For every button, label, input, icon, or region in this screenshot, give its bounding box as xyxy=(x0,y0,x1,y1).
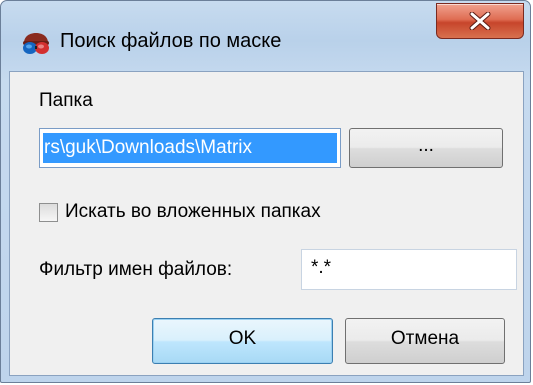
dialog-window: Поиск файлов по маске Папка rs\guk\Downl… xyxy=(0,0,531,383)
subfolders-checkbox[interactable] xyxy=(39,203,58,222)
glasses-icon xyxy=(21,30,51,58)
browse-button[interactable]: ... xyxy=(349,128,503,168)
close-icon xyxy=(469,12,491,30)
ok-button[interactable]: OK xyxy=(152,318,333,364)
cancel-button[interactable]: Отмена xyxy=(345,318,505,364)
filter-label: Фильтр имен файлов: xyxy=(39,259,233,280)
folder-label: Папка xyxy=(39,90,93,111)
filter-input[interactable]: *.* xyxy=(301,249,517,290)
subfolders-label[interactable]: Искать во вложенных папках xyxy=(65,201,321,223)
window-title: Поиск файлов по маске xyxy=(60,30,282,52)
title-bar[interactable]: Поиск файлов по маске xyxy=(1,1,530,73)
close-button[interactable] xyxy=(436,3,524,39)
folder-path-input[interactable]: rs\guk\Downloads\Matrix xyxy=(39,128,341,168)
folder-path-text: rs\guk\Downloads\Matrix xyxy=(43,133,337,163)
dialog-body: Папка rs\guk\Downloads\Matrix ... Искать… xyxy=(9,71,524,376)
